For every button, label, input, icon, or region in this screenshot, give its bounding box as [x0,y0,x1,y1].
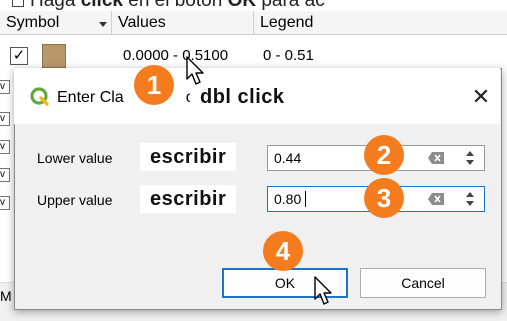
step-badge-2: 2 [364,135,404,175]
sort-down-icon [99,22,107,27]
row-checkbox[interactable]: ✓ [10,47,28,65]
row-checkbox-partial[interactable]: v [0,112,10,126]
step-badge-3: 3 [364,178,404,218]
hint-double-click: dbl click [190,83,295,111]
clear-icon[interactable] [428,193,444,205]
instruction-text: Haga [30,0,76,11]
bullet-box [12,0,24,7]
dialog-title: Enter Claou [57,89,204,106]
hint-type-upper: escribir [140,185,237,213]
row-checkbox-partial[interactable]: v [0,168,10,182]
instruction-action: click [80,0,123,11]
header-symbol[interactable]: Symbol [0,11,112,35]
color-swatch[interactable] [42,44,66,68]
instruction-tail: para ac [261,0,325,11]
upper-value-label: Upper value [37,192,113,208]
spin-arrows-icon[interactable] [465,189,475,209]
spin-arrows-icon[interactable] [465,148,475,168]
mouse-cursor-icon [314,276,332,305]
instruction-middle: en el botón [128,0,223,11]
row-legend[interactable]: 0 - 0.51 [263,45,314,67]
clear-icon[interactable] [428,152,444,164]
step-badge-1: 1 [134,65,174,105]
hint-type-lower: escribir [140,143,237,171]
table-row[interactable] [0,44,507,70]
row-checkbox-partial[interactable]: v [0,140,10,154]
cancel-button[interactable]: Cancel [360,268,486,298]
mouse-cursor-icon [186,56,204,85]
row-checkbox-partial[interactable]: v [0,80,10,94]
row-checkbox-partial[interactable]: v [0,196,10,210]
header-legend[interactable]: Legend [254,11,507,35]
row-values[interactable]: 0.0000 - 0.5100 [123,45,228,67]
close-icon[interactable]: ✕ [468,84,494,110]
header-values[interactable]: Values [112,11,254,35]
lower-value-label: Lower value [37,150,113,166]
step-badge-4: 4 [263,231,303,271]
text-caret [305,191,306,207]
instruction-target: OK [227,0,257,11]
mode-label: M [0,288,12,304]
qgis-logo-icon [30,87,49,106]
